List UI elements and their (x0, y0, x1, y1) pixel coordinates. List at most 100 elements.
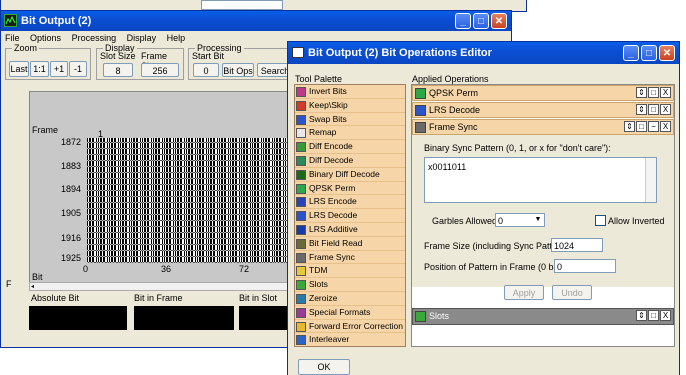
palette-item[interactable]: Binary Diff Decode (295, 167, 405, 182)
scroll-left-icon[interactable]: ◂ (31, 284, 34, 290)
frame-sync-settings: Binary Sync Pattern (0, 1, or x for "don… (412, 135, 674, 287)
bit-axis-label: Bit (32, 272, 43, 282)
palette-item[interactable]: Special Formats (295, 305, 405, 320)
editor-maximize-button[interactable]: □ (641, 45, 657, 61)
editor-close-button[interactable]: ✕ (659, 45, 675, 61)
zoom-plus-button[interactable]: +1 (50, 61, 68, 77)
swap-bits-icon (296, 114, 306, 125)
chevron-down-icon[interactable]: ▼ (533, 215, 543, 225)
bit-ops-button[interactable]: Bit Ops (222, 63, 254, 77)
slots-icon (415, 311, 426, 322)
palette-item-label: Frame Sync (309, 251, 355, 262)
applied-operations-panel: QPSK Perm ⇕ □ X LRS Decode ⇕ □ X Frame S… (411, 84, 675, 347)
minimize-button[interactable]: _ (455, 13, 471, 29)
applied-op-label: LRS Decode (429, 105, 481, 115)
editor-title-bar[interactable]: Bit Output (2) Bit Operations Editor _ □… (288, 42, 679, 64)
move-icon[interactable]: ⇕ (624, 121, 635, 132)
frame-size-field[interactable]: 256 (141, 63, 179, 77)
frame-row-label: 1916 (61, 233, 82, 243)
remap-icon (296, 128, 306, 139)
zoom-group: Zoom Last 1:1 +1 -1 (5, 43, 91, 80)
applied-op-label: Frame Sync (429, 122, 478, 132)
applied-op-slots[interactable]: Slots ⇕ □ X (412, 308, 674, 325)
binary-diff-decode-icon (296, 169, 306, 180)
applied-op-lrs-decode[interactable]: LRS Decode ⇕ □ X (412, 102, 674, 118)
menu-help[interactable]: Help (167, 33, 186, 43)
special-formats-icon (296, 307, 306, 318)
palette-item[interactable]: LRS Additive (295, 223, 405, 237)
zoom-last-button[interactable]: Last (9, 61, 29, 77)
allow-inverted-checkbox[interactable] (595, 215, 606, 226)
expand-icon[interactable]: □ (648, 104, 659, 115)
palette-item[interactable]: LRS Encode (295, 195, 405, 210)
ok-button[interactable]: OK (298, 359, 350, 375)
remove-icon[interactable]: X (660, 121, 671, 132)
move-icon[interactable]: ⇕ (636, 87, 647, 98)
applied-op-qpsk-perm[interactable]: QPSK Perm ⇕ □ X (412, 85, 674, 101)
main-title-bar[interactable]: Bit Output (2) _ □ ✕ (1, 11, 511, 31)
sync-pattern-scrollbar[interactable] (645, 158, 656, 202)
palette-item-label: Slots (309, 279, 328, 290)
palette-item[interactable]: Interleaver (295, 333, 405, 346)
garbles-select[interactable]: 0 ▼ (495, 213, 545, 227)
expand-icon[interactable]: □ (648, 87, 659, 98)
palette-item[interactable]: TDM (295, 264, 405, 279)
zoom-minus-button[interactable]: -1 (69, 61, 87, 77)
palette-item[interactable]: Diff Decode (295, 154, 405, 168)
apply-button[interactable]: Apply (504, 285, 544, 300)
bit-display-grid[interactable] (87, 138, 291, 263)
palette-item[interactable]: QPSK Perm (295, 181, 405, 196)
remove-icon[interactable]: X (660, 104, 671, 115)
tdm-icon (296, 266, 306, 277)
palette-item[interactable]: Diff Encode (295, 140, 405, 154)
palette-item[interactable]: Zeroize (295, 292, 405, 306)
palette-item-label: LRS Additive (309, 224, 358, 234)
palette-item[interactable]: Invert Bits (295, 85, 405, 99)
palette-item[interactable]: Frame Sync (295, 250, 405, 265)
frame-size-input[interactable]: 1024 (551, 238, 603, 252)
position-input[interactable]: 0 (554, 259, 616, 273)
move-icon[interactable]: ⇕ (636, 104, 647, 115)
interleaver-icon (296, 335, 306, 346)
bit-in-slot-label: Bit in Slot (239, 293, 278, 303)
palette-item[interactable]: Slots (295, 278, 405, 292)
palette-item[interactable]: Swap Bits (295, 112, 405, 127)
remove-icon[interactable]: X (660, 310, 671, 321)
palette-item[interactable]: Keep\Skip (295, 98, 405, 113)
menu-options[interactable]: Options (30, 33, 61, 43)
expand-icon[interactable]: □ (648, 310, 659, 321)
palette-item[interactable]: LRS Decode (295, 209, 405, 223)
menu-display[interactable]: Display (127, 33, 157, 43)
undo-button[interactable]: Undo (552, 285, 592, 300)
remove-icon[interactable]: X (660, 87, 671, 98)
close-button[interactable]: ✕ (491, 13, 507, 29)
diff-decode-icon (296, 156, 306, 166)
frame-row-label: 1894 (61, 184, 82, 194)
restore-icon[interactable]: □ (636, 121, 647, 132)
forward-error-correction-icon (296, 321, 306, 332)
maximize-button[interactable]: □ (473, 13, 489, 29)
applied-op-label: Slots (429, 311, 450, 321)
menu-bar: File Options Processing Display Help (5, 33, 193, 43)
palette-item-label: Bit Field Read (309, 237, 363, 248)
slot-size-field[interactable]: 8 (103, 63, 133, 77)
sync-pattern-input[interactable]: x0011011 (424, 157, 657, 203)
start-bit-field[interactable]: 0 (193, 63, 219, 77)
horizontal-scrollbar[interactable]: ◂ (29, 282, 291, 291)
palette-item[interactable]: Remap (295, 126, 405, 141)
move-icon[interactable]: ⇕ (636, 310, 647, 321)
applied-op-frame-sync[interactable]: Frame Sync ⇕ □ − X (412, 119, 674, 135)
qpsk-perm-icon (415, 88, 426, 99)
editor-minimize-button[interactable]: _ (623, 45, 639, 61)
collapse-icon[interactable]: − (648, 121, 659, 132)
garbles-value: 0 (498, 216, 504, 226)
menu-processing[interactable]: Processing (72, 33, 117, 43)
frame-row-label: 1925 (61, 253, 82, 263)
palette-item[interactable]: Bit Field Read (295, 236, 405, 251)
palette-item-label: Diff Decode (309, 155, 354, 165)
app-icon (4, 14, 17, 27)
menu-file[interactable]: File (5, 33, 20, 43)
palette-item[interactable]: Forward Error Correction (295, 319, 405, 334)
zoom-1-1-button[interactable]: 1:1 (30, 61, 49, 77)
tool-palette-label: Tool Palette (295, 74, 343, 84)
